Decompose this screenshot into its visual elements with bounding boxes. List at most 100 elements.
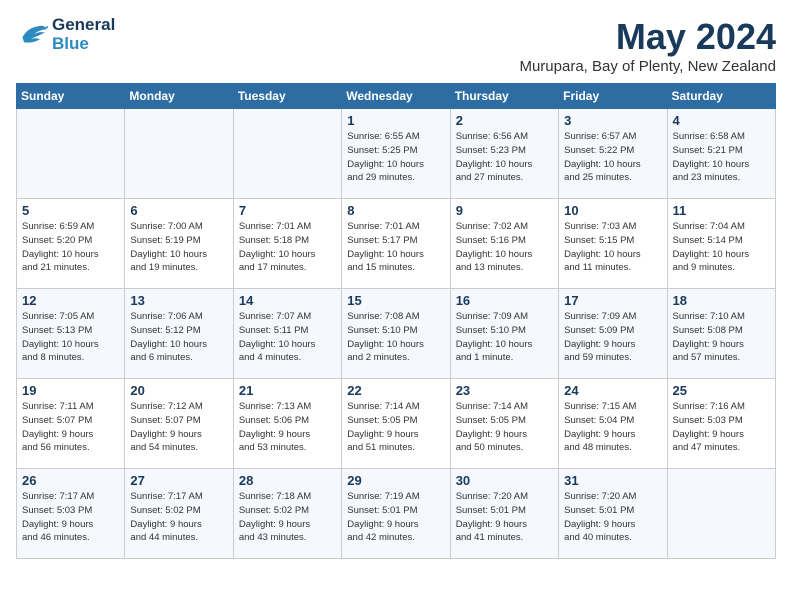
logo: General Blue	[16, 16, 115, 53]
day-number: 21	[239, 383, 336, 398]
day-info: Sunrise: 7:07 AM Sunset: 5:11 PM Dayligh…	[239, 310, 336, 365]
day-info: Sunrise: 6:57 AM Sunset: 5:22 PM Dayligh…	[564, 130, 661, 185]
day-number: 17	[564, 293, 661, 308]
day-number: 14	[239, 293, 336, 308]
calendar-cell: 9 Sunrise: 7:02 AM Sunset: 5:16 PM Daylig…	[450, 199, 558, 289]
day-info: Sunrise: 7:01 AM Sunset: 5:17 PM Dayligh…	[347, 220, 444, 275]
day-info: Sunrise: 6:56 AM Sunset: 5:23 PM Dayligh…	[456, 130, 553, 185]
day-number: 25	[673, 383, 770, 398]
calendar-cell: 2 Sunrise: 6:56 AM Sunset: 5:23 PM Daylig…	[450, 109, 558, 199]
page-header: General Blue May 2024 Murupara, Bay of P…	[16, 16, 776, 75]
title-block: May 2024 Murupara, Bay of Plenty, New Ze…	[519, 16, 776, 75]
day-info: Sunrise: 7:14 AM Sunset: 5:05 PM Dayligh…	[347, 400, 444, 455]
day-number: 7	[239, 203, 336, 218]
day-info: Sunrise: 7:00 AM Sunset: 5:19 PM Dayligh…	[130, 220, 227, 275]
calendar-cell: 25 Sunrise: 7:16 AM Sunset: 5:03 PM Dayli…	[667, 379, 775, 469]
calendar-week-2: 5 Sunrise: 6:59 AM Sunset: 5:20 PM Daylig…	[17, 199, 776, 289]
day-info: Sunrise: 7:05 AM Sunset: 5:13 PM Dayligh…	[22, 310, 119, 365]
day-info: Sunrise: 7:18 AM Sunset: 5:02 PM Dayligh…	[239, 490, 336, 545]
logo-line2: Blue	[52, 35, 115, 54]
day-number: 4	[673, 113, 770, 128]
day-info: Sunrise: 7:01 AM Sunset: 5:18 PM Dayligh…	[239, 220, 336, 275]
location-title: Murupara, Bay of Plenty, New Zealand	[519, 58, 776, 75]
day-info: Sunrise: 7:13 AM Sunset: 5:06 PM Dayligh…	[239, 400, 336, 455]
calendar-cell: 8 Sunrise: 7:01 AM Sunset: 5:17 PM Daylig…	[342, 199, 450, 289]
day-number: 26	[22, 473, 119, 488]
calendar-cell: 21 Sunrise: 7:13 AM Sunset: 5:06 PM Dayli…	[233, 379, 341, 469]
calendar-week-3: 12Sunrise: 7:05 AM Sunset: 5:13 PM Dayli…	[17, 289, 776, 379]
calendar-cell: 27Sunrise: 7:17 AM Sunset: 5:02 PM Dayli…	[125, 469, 233, 559]
day-info: Sunrise: 7:20 AM Sunset: 5:01 PM Dayligh…	[564, 490, 661, 545]
day-header-wednesday: Wednesday	[342, 84, 450, 109]
calendar-cell: 24 Sunrise: 7:15 AM Sunset: 5:04 PM Dayli…	[559, 379, 667, 469]
day-number: 16	[456, 293, 553, 308]
calendar-cell: 23 Sunrise: 7:14 AM Sunset: 5:05 PM Dayli…	[450, 379, 558, 469]
calendar-cell: 30Sunrise: 7:20 AM Sunset: 5:01 PM Dayli…	[450, 469, 558, 559]
calendar-cell: 5 Sunrise: 6:59 AM Sunset: 5:20 PM Daylig…	[17, 199, 125, 289]
calendar-cell: 31Sunrise: 7:20 AM Sunset: 5:01 PM Dayli…	[559, 469, 667, 559]
day-info: Sunrise: 7:12 AM Sunset: 5:07 PM Dayligh…	[130, 400, 227, 455]
day-info: Sunrise: 6:58 AM Sunset: 5:21 PM Dayligh…	[673, 130, 770, 185]
month-title: May 2024	[519, 16, 776, 58]
day-number: 30	[456, 473, 553, 488]
header-row: SundayMondayTuesdayWednesdayThursdayFrid…	[17, 84, 776, 109]
day-header-saturday: Saturday	[667, 84, 775, 109]
day-number: 29	[347, 473, 444, 488]
day-number: 13	[130, 293, 227, 308]
day-number: 9	[456, 203, 553, 218]
day-header-monday: Monday	[125, 84, 233, 109]
calendar-cell: 16Sunrise: 7:09 AM Sunset: 5:10 PM Dayli…	[450, 289, 558, 379]
calendar-cell: 15 Sunrise: 7:08 AM Sunset: 5:10 PM Dayli…	[342, 289, 450, 379]
calendar-table: SundayMondayTuesdayWednesdayThursdayFrid…	[16, 83, 776, 559]
calendar-cell: 3 Sunrise: 6:57 AM Sunset: 5:22 PM Daylig…	[559, 109, 667, 199]
day-header-thursday: Thursday	[450, 84, 558, 109]
day-number: 5	[22, 203, 119, 218]
day-info: Sunrise: 7:08 AM Sunset: 5:10 PM Dayligh…	[347, 310, 444, 365]
calendar-cell: 11Sunrise: 7:04 AM Sunset: 5:14 PM Dayli…	[667, 199, 775, 289]
day-info: Sunrise: 7:04 AM Sunset: 5:14 PM Dayligh…	[673, 220, 770, 275]
calendar-cell	[125, 109, 233, 199]
day-info: Sunrise: 7:16 AM Sunset: 5:03 PM Dayligh…	[673, 400, 770, 455]
calendar-week-5: 26Sunrise: 7:17 AM Sunset: 5:03 PM Dayli…	[17, 469, 776, 559]
calendar-cell: 26Sunrise: 7:17 AM Sunset: 5:03 PM Dayli…	[17, 469, 125, 559]
day-header-friday: Friday	[559, 84, 667, 109]
day-info: Sunrise: 7:10 AM Sunset: 5:08 PM Dayligh…	[673, 310, 770, 365]
day-info: Sunrise: 7:17 AM Sunset: 5:02 PM Dayligh…	[130, 490, 227, 545]
calendar-week-4: 19Sunrise: 7:11 AM Sunset: 5:07 PM Dayli…	[17, 379, 776, 469]
day-info: Sunrise: 6:55 AM Sunset: 5:25 PM Dayligh…	[347, 130, 444, 185]
day-info: Sunrise: 6:59 AM Sunset: 5:20 PM Dayligh…	[22, 220, 119, 275]
calendar-cell: 22 Sunrise: 7:14 AM Sunset: 5:05 PM Dayli…	[342, 379, 450, 469]
day-number: 18	[673, 293, 770, 308]
calendar-cell: 28Sunrise: 7:18 AM Sunset: 5:02 PM Dayli…	[233, 469, 341, 559]
day-number: 3	[564, 113, 661, 128]
calendar-cell: 14 Sunrise: 7:07 AM Sunset: 5:11 PM Dayli…	[233, 289, 341, 379]
day-info: Sunrise: 7:14 AM Sunset: 5:05 PM Dayligh…	[456, 400, 553, 455]
day-number: 2	[456, 113, 553, 128]
day-info: Sunrise: 7:06 AM Sunset: 5:12 PM Dayligh…	[130, 310, 227, 365]
calendar-cell: 10Sunrise: 7:03 AM Sunset: 5:15 PM Dayli…	[559, 199, 667, 289]
calendar-cell: 17 Sunrise: 7:09 AM Sunset: 5:09 PM Dayli…	[559, 289, 667, 379]
day-info: Sunrise: 7:15 AM Sunset: 5:04 PM Dayligh…	[564, 400, 661, 455]
day-header-sunday: Sunday	[17, 84, 125, 109]
calendar-cell: 1 Sunrise: 6:55 AM Sunset: 5:25 PM Daylig…	[342, 109, 450, 199]
day-info: Sunrise: 7:03 AM Sunset: 5:15 PM Dayligh…	[564, 220, 661, 275]
day-number: 22	[347, 383, 444, 398]
day-info: Sunrise: 7:09 AM Sunset: 5:09 PM Dayligh…	[564, 310, 661, 365]
day-number: 15	[347, 293, 444, 308]
day-number: 24	[564, 383, 661, 398]
calendar-cell: 4 Sunrise: 6:58 AM Sunset: 5:21 PM Daylig…	[667, 109, 775, 199]
day-number: 20	[130, 383, 227, 398]
day-number: 8	[347, 203, 444, 218]
day-info: Sunrise: 7:19 AM Sunset: 5:01 PM Dayligh…	[347, 490, 444, 545]
day-info: Sunrise: 7:02 AM Sunset: 5:16 PM Dayligh…	[456, 220, 553, 275]
day-number: 1	[347, 113, 444, 128]
calendar-cell: 7 Sunrise: 7:01 AM Sunset: 5:18 PM Daylig…	[233, 199, 341, 289]
calendar-cell: 13 Sunrise: 7:06 AM Sunset: 5:12 PM Dayli…	[125, 289, 233, 379]
calendar-week-1: 1 Sunrise: 6:55 AM Sunset: 5:25 PM Daylig…	[17, 109, 776, 199]
calendar-cell: 18 Sunrise: 7:10 AM Sunset: 5:08 PM Dayli…	[667, 289, 775, 379]
day-info: Sunrise: 7:11 AM Sunset: 5:07 PM Dayligh…	[22, 400, 119, 455]
calendar-cell: 29 Sunrise: 7:19 AM Sunset: 5:01 PM Dayli…	[342, 469, 450, 559]
calendar-cell	[667, 469, 775, 559]
calendar-cell	[17, 109, 125, 199]
day-number: 23	[456, 383, 553, 398]
